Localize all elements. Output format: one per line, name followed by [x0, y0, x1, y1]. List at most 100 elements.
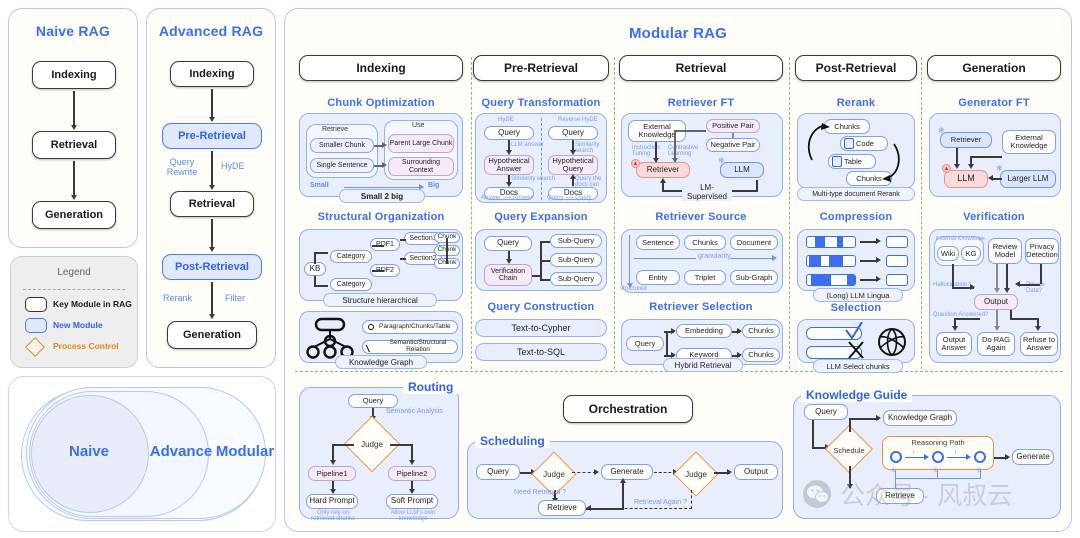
verif-wiki[interactable]: Wiki — [937, 246, 959, 261]
stage-header-retrieval[interactable]: Retrieval — [619, 55, 783, 81]
rs-entity[interactable]: Entity — [636, 270, 680, 285]
naive-step-retrieval[interactable]: Retrieval — [32, 131, 116, 159]
adv-edge-query-rewrite: Query Rewrite — [166, 157, 198, 178]
sched-generate[interactable]: Generate — [601, 464, 653, 480]
sched-judge1-label[interactable]: Judge — [534, 466, 574, 482]
adv-edge-rerank: Rerank — [163, 293, 193, 303]
node-single-sentence[interactable]: Single Sentence — [310, 158, 374, 173]
routing-pipeline1[interactable]: Pipeline1 — [308, 466, 356, 481]
stage-header-generation[interactable]: Generation — [927, 55, 1061, 81]
rft-retriever[interactable]: Retriever — [636, 162, 690, 178]
adv-step-retrieval[interactable]: Retrieval — [170, 191, 254, 217]
rft-positive-pair[interactable]: Positive Pair — [706, 119, 760, 133]
routing-query[interactable]: Query — [348, 394, 398, 408]
routing-hard-prompt[interactable]: Hard Prompt — [306, 494, 358, 509]
kg-schedule-label[interactable]: Schedule — [827, 442, 871, 458]
rs-triplet[interactable]: Triplet — [684, 270, 726, 285]
routing-judge-label[interactable]: Judge — [348, 434, 396, 454]
node-surrounding-context[interactable]: Surrounding Context — [388, 157, 454, 176]
orchestration-header[interactable]: Orchestration — [563, 395, 693, 423]
kg-h2 — [876, 415, 881, 421]
stage-header-post-retrieval[interactable]: Post-Retrieval — [795, 55, 917, 81]
adv-arrow-2 — [211, 151, 213, 187]
rft-head-2 — [671, 158, 678, 163]
verif-privacy-detection[interactable]: Privacy Detection — [1025, 238, 1059, 264]
node-smaller-chunk[interactable]: Smaller Chunk — [310, 138, 374, 153]
kg-query[interactable]: Query — [804, 404, 848, 420]
query-transformation-box: HyDE Query LLM answer Hypothetical Answe… — [475, 113, 607, 203]
kg-knowledge-graph[interactable]: Knowledge Graph — [883, 410, 957, 426]
verif-kg[interactable]: KG — [961, 246, 981, 261]
rft-llm[interactable]: LLM — [720, 162, 764, 178]
gft-llm[interactable]: LLM — [944, 170, 988, 188]
rft-negative-pair[interactable]: Negative Pair — [706, 138, 760, 152]
qt-left-hypothetical-answer[interactable]: Hypothetical Answer — [484, 155, 534, 175]
legend: Legend Key Module in RAG New Module Proc… — [10, 256, 138, 368]
stage-header-pre-retrieval[interactable]: Pre-Retrieval — [473, 55, 609, 81]
routing-title: Routing — [403, 380, 459, 394]
rsel-chunks-1[interactable]: Chunks — [742, 324, 780, 338]
routing-pipeline2[interactable]: Pipeline2 — [388, 466, 436, 481]
section-title-query-transformation: Query Transformation — [481, 97, 601, 109]
sched-judge2-label[interactable]: Judge — [676, 466, 716, 482]
adv-arrow-3 — [211, 219, 213, 249]
routing-soft-prompt[interactable]: Soft Prompt — [386, 494, 438, 509]
verif-b3v — [1010, 310, 1012, 319]
caption-multi-type-rerank: Multi-type document Rerank — [797, 187, 915, 201]
qt-right-footer: Query ⟶ Query — [547, 195, 592, 201]
naive-arrowhead-2 — [70, 195, 77, 200]
rs-chunks[interactable]: Chunks — [684, 235, 726, 250]
rsel-chunks-2[interactable]: Chunks — [742, 348, 780, 362]
kg-step-mark-1: ① — [891, 468, 897, 474]
node-category-1[interactable]: Category — [330, 250, 372, 263]
gft-external-knowledge[interactable]: External Knowledge — [1002, 130, 1056, 154]
adv-step-indexing[interactable]: Indexing — [170, 61, 254, 87]
qt-right-query[interactable]: Query — [548, 126, 598, 140]
sched-output[interactable]: Output — [734, 464, 778, 480]
kg-retrieve[interactable]: Retrieve — [876, 488, 924, 504]
naive-step-generation[interactable]: Generation — [32, 201, 116, 229]
verif-b3 — [1010, 318, 1038, 320]
qt-right-hypothetical-query[interactable]: Hypothetical Query — [548, 155, 598, 175]
qe-sub-query-3[interactable]: Sub-Query — [550, 272, 602, 286]
qc-text-to-cypher[interactable]: Text-to-Cypher — [475, 319, 607, 337]
section-title-retriever-selection: Retriever Selection — [649, 301, 753, 313]
kg-path-label-1: r — [913, 450, 915, 456]
node-parent-large-chunk[interactable]: Parent Large Chunk — [388, 134, 454, 153]
qe-sub-query-1[interactable]: Sub-Query — [550, 234, 602, 248]
stage-header-indexing[interactable]: Indexing — [299, 55, 463, 81]
rsel-query[interactable]: Query — [626, 336, 664, 351]
rs-document[interactable]: Document — [730, 235, 778, 250]
adv-step-generation[interactable]: Generation — [167, 321, 257, 349]
verif-output[interactable]: Output — [974, 294, 1018, 310]
verif-a2 — [996, 264, 999, 290]
verif-do-rag-again[interactable]: Do RAG Again — [977, 332, 1015, 356]
knowledge-guide-title: Knowledge Guide — [801, 388, 913, 402]
node-kb[interactable]: KB — [304, 262, 326, 276]
verif-refuse-to-answer[interactable]: Refuse to Answer — [1020, 332, 1058, 356]
rsel-embedding[interactable]: Embedding — [676, 324, 732, 338]
qc-text-to-sql[interactable]: Text-to-SQL — [475, 343, 607, 361]
verif-output-answer[interactable]: Output Answer — [936, 332, 972, 356]
legend-swatch-key-module — [25, 297, 47, 312]
node-category-2[interactable]: Category — [330, 278, 372, 291]
kg-generate[interactable]: Generate — [1012, 449, 1054, 465]
kg-step-line-2 — [895, 478, 981, 479]
adv-step-pre-retrieval[interactable]: Pre-Retrieval — [162, 123, 262, 149]
generator-ft-box: Retriever ❄ External Knowledge LLM ▲ Lar… — [929, 113, 1061, 197]
gft-larger-llm[interactable]: Larger LLM — [1000, 170, 1056, 188]
qe-verification-chain[interactable]: Verification Chain — [484, 264, 532, 286]
kg-a2v — [849, 418, 851, 432]
sched-dash-3 — [590, 508, 692, 509]
sched-retrieve[interactable]: Retrieve — [538, 500, 586, 516]
qt-left-query[interactable]: Query — [484, 126, 534, 140]
gft-retriever[interactable]: Retriever — [940, 132, 992, 148]
naive-step-indexing[interactable]: Indexing — [32, 61, 116, 89]
verif-review-model[interactable]: Review Model — [988, 238, 1022, 264]
qe-sub-query-2[interactable]: Sub-Query — [550, 253, 602, 267]
sched-query[interactable]: Query — [476, 464, 520, 480]
rs-sentence[interactable]: Sentence — [636, 235, 680, 250]
rs-sub-graph[interactable]: Sub-Graph — [730, 270, 778, 285]
adv-step-post-retrieval[interactable]: Post-Retrieval — [162, 254, 262, 280]
qe-query[interactable]: Query — [484, 236, 532, 251]
